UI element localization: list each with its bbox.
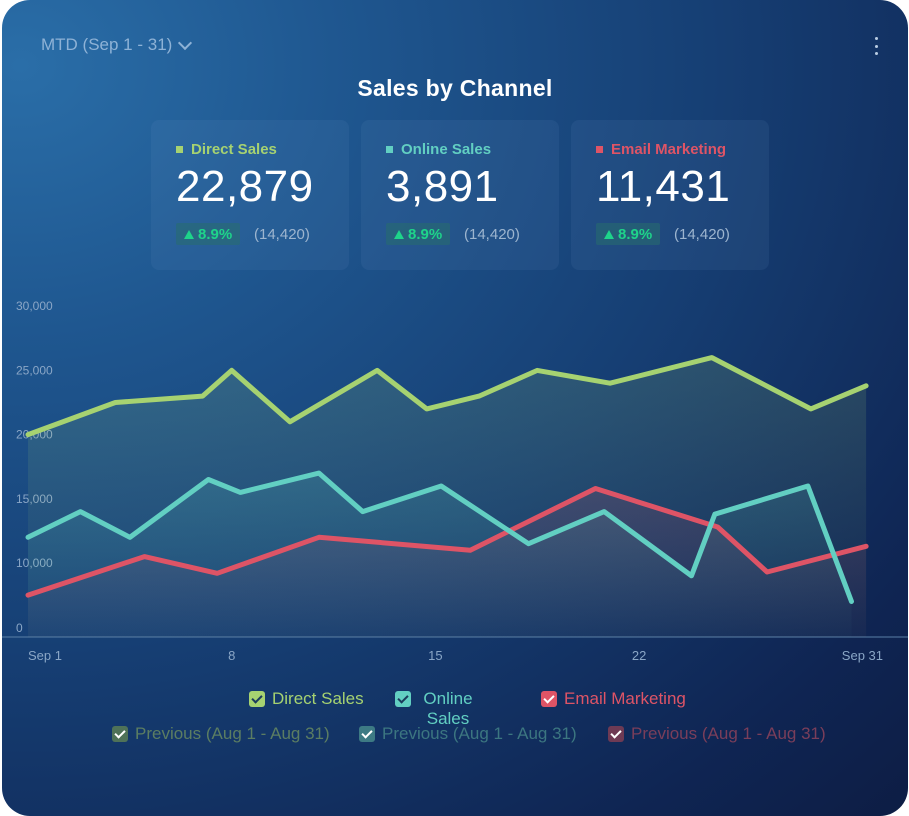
checkbox-checked-icon [249, 691, 265, 707]
y-tick-label: 0 [16, 621, 23, 635]
legend-item-previous-online[interactable]: Previous (Aug 1 - Aug 31) [359, 724, 577, 744]
checkbox-checked-icon [112, 726, 128, 742]
checkbox-checked-icon [608, 726, 624, 742]
checkbox-checked-icon [395, 691, 411, 707]
x-tick-label: 8 [228, 648, 235, 663]
legend-item-online-sales[interactable]: Online Sales [395, 689, 505, 729]
legend-item-direct-sales[interactable]: Direct Sales [249, 689, 364, 709]
legend-item-previous-direct[interactable]: Previous (Aug 1 - Aug 31) [112, 724, 330, 744]
x-tick-label: 22 [632, 648, 646, 663]
x-tick-label: 15 [428, 648, 442, 663]
x-tick-label: Sep 1 [28, 648, 62, 663]
checkbox-checked-icon [359, 726, 375, 742]
legend-item-previous-email[interactable]: Previous (Aug 1 - Aug 31) [608, 724, 826, 744]
x-tick-label: Sep 31 [842, 648, 883, 663]
sales-by-channel-card: MTD (Sep 1 - 31) Sales by Channel Direct… [2, 0, 908, 816]
y-tick-label: 30,000 [16, 299, 53, 313]
checkbox-checked-icon [541, 691, 557, 707]
legend-item-email-marketing[interactable]: Email Marketing [541, 689, 686, 709]
y-tick-label: 25,000 [16, 363, 53, 377]
